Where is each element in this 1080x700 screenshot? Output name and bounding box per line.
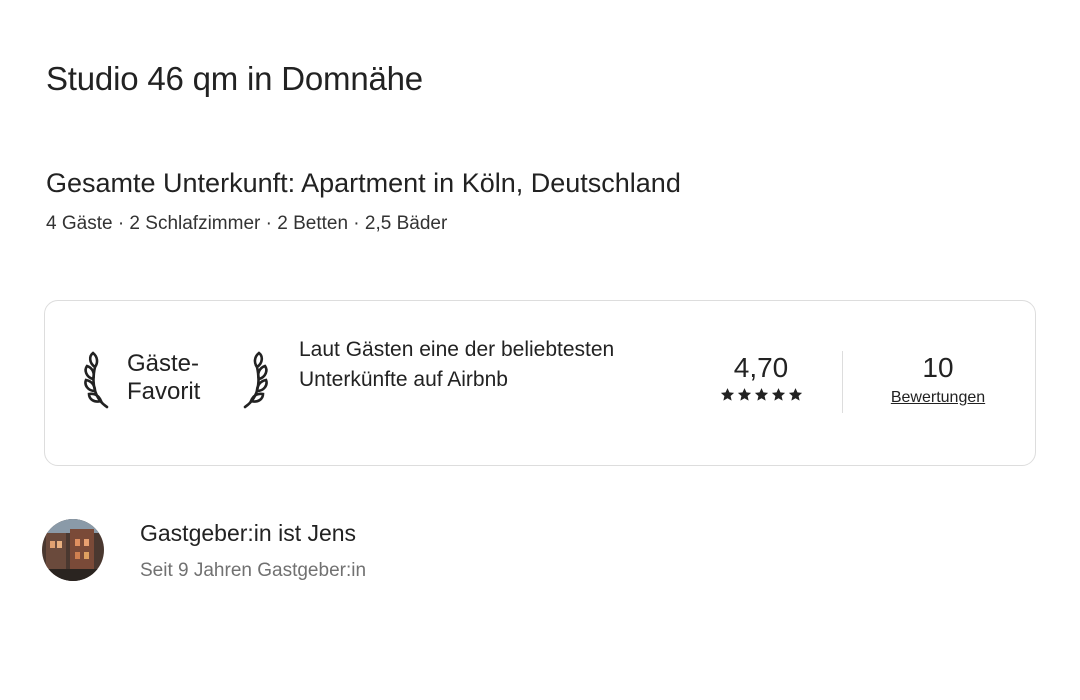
star-icon	[737, 388, 751, 401]
reviews-block: 10 Bewertungen	[873, 351, 1003, 407]
rating-value: 4,70	[733, 352, 789, 383]
badge-line-2: Favorit	[127, 378, 201, 405]
guest-favorite-label: Gäste- Favorit	[127, 350, 227, 406]
guest-favorite-description: Laut Gästen eine der beliebtesten Unterk…	[299, 338, 615, 391]
host-name: Gastgeber:in ist Jens	[140, 520, 357, 546]
star-icon	[771, 388, 785, 401]
divider	[842, 351, 843, 413]
rating-block: 4,70	[705, 351, 817, 402]
host-avatar[interactable]	[42, 519, 104, 581]
star-icon	[754, 388, 768, 401]
host-avatar-image	[42, 519, 104, 581]
listing-details: 4 Gäste · 2 Schlafzimmer · 2 Betten · 2,…	[46, 213, 448, 234]
star-icon	[788, 388, 802, 401]
star-icon	[720, 388, 734, 401]
laurel-left-icon	[84, 351, 109, 409]
guest-favorite-card[interactable]: Gäste- Favorit Laut Gästen eine der beli…	[44, 300, 1036, 466]
reviews-link[interactable]: Bewertungen	[891, 389, 985, 407]
rating-stars	[705, 387, 817, 402]
badge-line-1: Gäste-	[127, 350, 200, 377]
guest-favorite-badge: Gäste- Favorit	[83, 347, 269, 417]
listing-title: Studio 46 qm in Domnähe	[46, 60, 423, 97]
host-since: Seit 9 Jahren Gastgeber:in	[140, 560, 367, 581]
reviews-count: 10	[922, 352, 954, 383]
laurel-right-icon	[243, 351, 268, 409]
listing-subtitle: Gesamte Unterkunft: Apartment in Köln, D…	[46, 168, 681, 198]
